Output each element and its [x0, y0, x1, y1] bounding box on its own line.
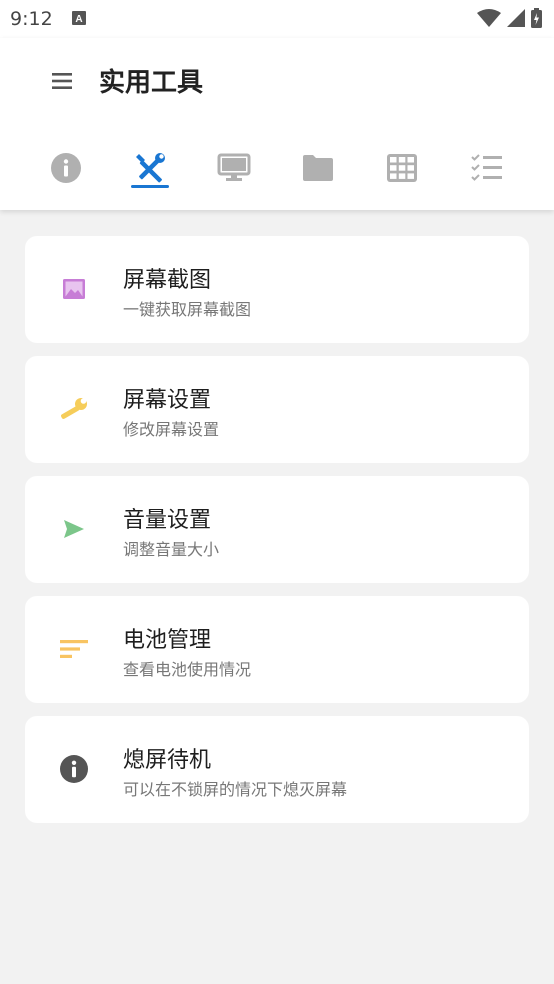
tool-subtitle: 一键获取屏幕截图: [123, 300, 252, 319]
tool-card-battery[interactable]: 电池管理 查看电池使用情况: [25, 596, 529, 703]
active-tab-indicator: [131, 185, 169, 188]
tab-display[interactable]: [204, 138, 264, 198]
tab-bar: [0, 138, 554, 198]
tool-title: 屏幕设置: [123, 388, 212, 413]
tab-files[interactable]: [288, 138, 348, 198]
wrench-icon: [61, 398, 87, 419]
tool-title: 音量设置: [123, 508, 212, 533]
sort-icon: [60, 640, 88, 658]
tool-subtitle: 可以在不锁屏的情况下熄灭屏幕: [123, 780, 348, 799]
wifi-icon: [477, 9, 501, 27]
tool-title: 熄屏待机: [123, 748, 212, 773]
battery-icon: [531, 8, 542, 28]
grid-icon: [387, 154, 417, 182]
tool-card-screen-off[interactable]: 熄屏待机 可以在不锁屏的情况下熄灭屏幕: [25, 716, 529, 823]
tool-card-volume[interactable]: 音量设置 调整音量大小: [25, 476, 529, 583]
tool-subtitle: 调整音量大小: [123, 540, 220, 559]
tab-tools[interactable]: [120, 138, 180, 198]
tab-grid[interactable]: [372, 138, 432, 198]
page-title: 实用工具: [99, 68, 204, 98]
tool-card-screen-settings[interactable]: 屏幕设置 修改屏幕设置: [25, 356, 529, 463]
tool-subtitle: 查看电池使用情况: [123, 660, 252, 679]
hamburger-icon: [52, 73, 72, 89]
app-bar: 实用工具: [0, 38, 554, 210]
checklist-icon: [471, 154, 502, 181]
tool-title: 电池管理: [123, 628, 212, 653]
image-icon: [63, 279, 85, 299]
signal-icon: [507, 9, 525, 27]
monitor-icon: [217, 153, 251, 181]
svg-text:A: A: [75, 14, 82, 25]
menu-button[interactable]: [49, 68, 75, 94]
tab-checklist[interactable]: [457, 138, 517, 198]
tool-subtitle: 修改屏幕设置: [123, 420, 220, 439]
status-icons: [477, 8, 542, 28]
notification-icon: A: [72, 11, 86, 25]
tab-info[interactable]: [36, 138, 96, 198]
tool-title: 屏幕截图: [123, 268, 212, 293]
tool-card-screenshot[interactable]: 屏幕截图 一键获取屏幕截图: [25, 236, 529, 343]
send-icon: [64, 520, 84, 538]
folder-icon: [303, 155, 333, 181]
info-icon: [51, 153, 81, 183]
tools-icon: [136, 153, 165, 183]
status-time: 9:12: [10, 8, 53, 30]
info-icon: [60, 755, 88, 783]
status-bar: 9:12 A: [0, 0, 554, 38]
